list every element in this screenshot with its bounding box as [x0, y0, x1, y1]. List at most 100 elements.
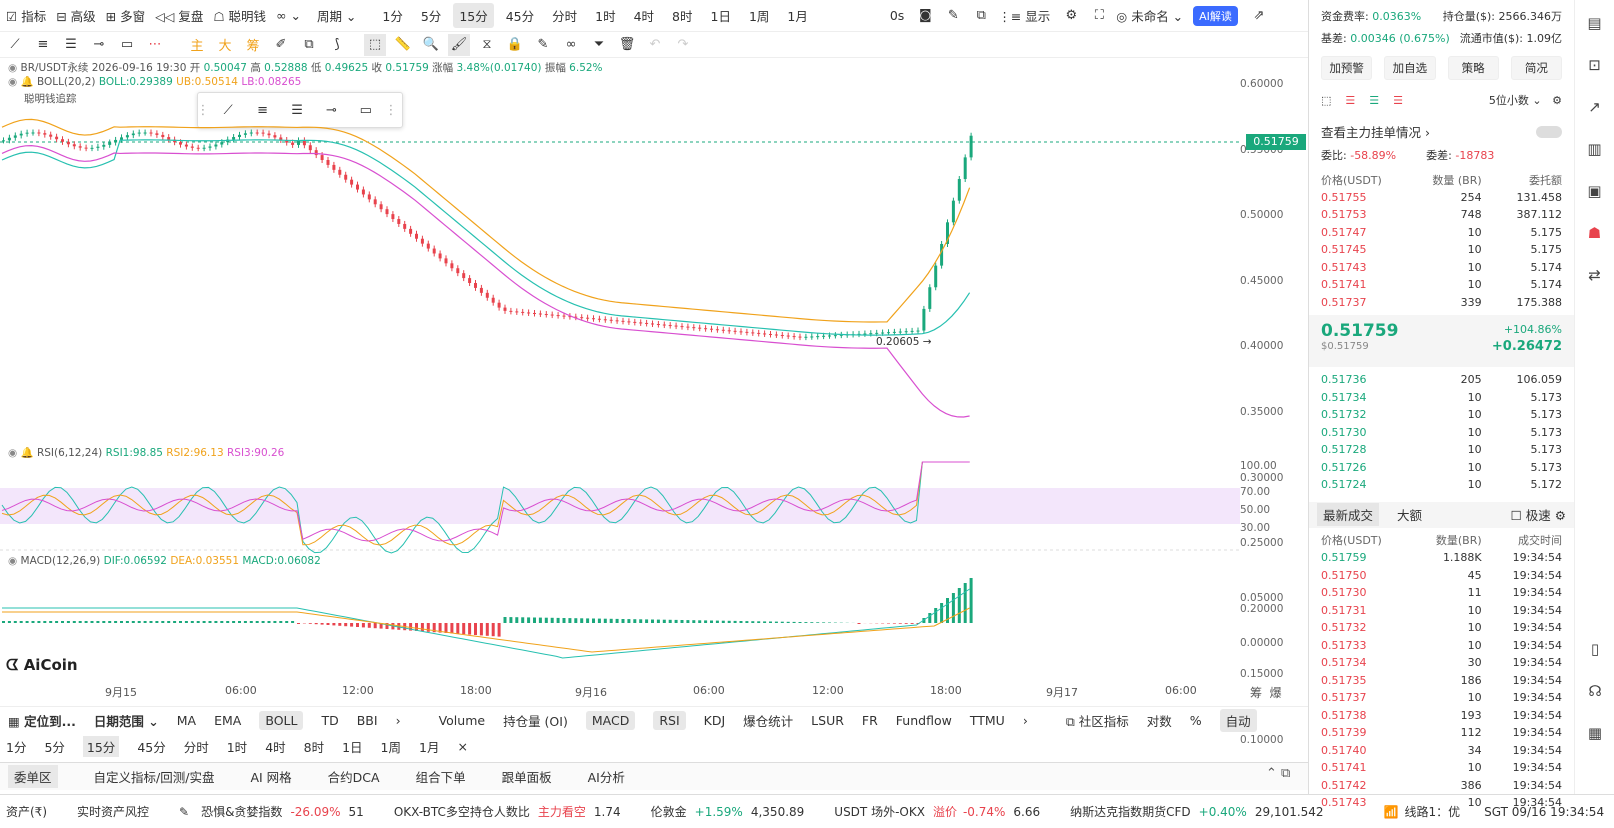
order-row[interactable]: 0.51750 45 19:34:54: [1309, 567, 1574, 585]
sub-indicator[interactable]: Fundflow: [896, 713, 952, 728]
period-bar-tab[interactable]: 1时: [227, 737, 247, 756]
bottom-tab[interactable]: 委单区: [8, 765, 58, 788]
period-tab[interactable]: 4时: [628, 3, 660, 28]
ai-read-button[interactable]: AI解读: [1193, 5, 1238, 26]
calendar-icon[interactable]: ▦: [1588, 724, 1602, 742]
period-tab[interactable]: 45分: [500, 3, 540, 28]
chip-tool-icon[interactable]: 筹: [242, 34, 264, 56]
ob-header-qty[interactable]: 数量 (BR): [1401, 172, 1481, 188]
close-icon[interactable]: ×: [457, 739, 467, 754]
main-indicator-bbi[interactable]: BBI: [357, 713, 378, 728]
rect-tool-icon[interactable]: ▭: [116, 34, 138, 56]
period-bar-tab[interactable]: 4时: [265, 737, 285, 756]
sub-indicator[interactable]: 爆仓统计: [743, 711, 793, 730]
sub-indicator[interactable]: TTMU: [970, 713, 1005, 728]
ask-side-icon[interactable]: ☰: [1393, 94, 1403, 107]
order-row[interactable]: 0.51743 10 19:34:54: [1309, 794, 1574, 812]
wallet-icon[interactable]: ⊡: [1588, 56, 1601, 74]
robot-icon[interactable]: ☗: [1588, 224, 1601, 242]
tab-large-trades[interactable]: 大额: [1397, 505, 1422, 524]
order-row[interactable]: 0.51759 1.188K 19:34:54: [1309, 549, 1574, 567]
period-bar-tab[interactable]: 1月: [419, 737, 439, 756]
eye-icon[interactable]: ◉: [8, 555, 17, 567]
panel-button[interactable]: 加自选: [1384, 56, 1436, 80]
period-bar-tab[interactable]: 1日: [342, 737, 362, 756]
brush-icon[interactable]: 🖌: [448, 33, 470, 56]
main-indicator-ema[interactable]: EMA: [214, 713, 241, 728]
bid-side-icon[interactable]: ☰: [1369, 94, 1379, 107]
exchange-icon[interactable]: ⇄: [1588, 266, 1601, 284]
document-icon[interactable]: ▤: [1587, 14, 1601, 32]
order-row[interactable]: 0.51739 112 19:34:54: [1309, 724, 1574, 742]
ray-tool-icon[interactable]: ⊸: [88, 34, 110, 56]
multi-window-button[interactable]: ⊞ 多窗: [106, 6, 145, 25]
sub-indicator[interactable]: MACD: [585, 711, 636, 730]
period-tab[interactable]: 1分: [376, 3, 408, 28]
period-dropdown[interactable]: 周期 ⌄: [317, 6, 356, 25]
camera-icon[interactable]: ◙: [914, 5, 936, 27]
chart-line-icon[interactable]: ↗: [1588, 98, 1601, 116]
main-orders-toggle[interactable]: [1536, 125, 1562, 138]
bottom-tab[interactable]: AI 网格: [250, 767, 291, 786]
export-icon[interactable]: ⇗: [1248, 5, 1270, 27]
period-bar-tab[interactable]: 1周: [381, 737, 401, 756]
order-row[interactable]: 0.51742 386 19:34:54: [1309, 777, 1574, 795]
share-icon[interactable]: ⧉: [970, 5, 992, 27]
auto-toggle[interactable]: 自动: [1219, 709, 1257, 732]
main-tool-icon[interactable]: 主: [186, 34, 208, 56]
period-bar-tab[interactable]: 5分: [44, 737, 64, 756]
period-bar-tab[interactable]: 分时: [184, 737, 209, 756]
asset-label[interactable]: 资产(₹): [6, 803, 47, 820]
sub-indicator[interactable]: Volume: [439, 713, 486, 728]
order-row[interactable]: 0.51747 10 5.175: [1309, 224, 1574, 242]
order-row[interactable]: 0.51741 10 5.174: [1309, 276, 1574, 294]
fast-toggle[interactable]: ☐ 极速 ⚙: [1511, 505, 1566, 524]
order-row[interactable]: 0.51737 339 175.388: [1309, 294, 1574, 312]
trash-icon[interactable]: 🗑: [616, 34, 638, 56]
view-toggle-icon[interactable]: ⬚: [1321, 94, 1331, 107]
order-row[interactable]: 0.51734 30 19:34:54: [1309, 654, 1574, 672]
etf-icon[interactable]: ▣: [1587, 182, 1601, 200]
bottom-tab[interactable]: 合约DCA: [328, 767, 380, 786]
collapse-icon[interactable]: ⌃ ⧉: [1266, 766, 1290, 781]
order-row[interactable]: 0.51734 10 5.173: [1309, 389, 1574, 407]
order-row[interactable]: 0.51740 34 19:34:54: [1309, 742, 1574, 760]
bottom-tab[interactable]: 组合下单: [416, 767, 466, 786]
cursor-icon[interactable]: ⬚: [364, 33, 386, 56]
order-row[interactable]: 0.51743 10 5.174: [1309, 259, 1574, 277]
order-row[interactable]: 0.51755 254 131.458: [1309, 189, 1574, 207]
chart-canvas[interactable]: [0, 60, 1240, 704]
period-tab[interactable]: 15分: [453, 3, 494, 28]
order-row[interactable]: 0.51730 10 5.173: [1309, 424, 1574, 442]
more-tool-icon[interactable]: ⋯: [144, 34, 166, 56]
chevron-right-icon[interactable]: ›: [396, 713, 401, 728]
big-tool-icon[interactable]: 大: [214, 34, 236, 56]
ob-header-amount[interactable]: 委托额: [1482, 172, 1562, 188]
layout-icon[interactable]: ▯: [1591, 640, 1599, 658]
order-row[interactable]: 0.51737 10 19:34:54: [1309, 689, 1574, 707]
period-tab[interactable]: 5分: [415, 3, 447, 28]
period-bar-tab[interactable]: 45分: [137, 737, 165, 756]
indicators-button[interactable]: ☑ 指标: [6, 6, 46, 25]
locate-button[interactable]: ▦ 定位到...: [8, 711, 76, 730]
advanced-button[interactable]: ⊟ 高级: [56, 6, 95, 25]
edit-tool-icon[interactable]: ✐: [270, 34, 292, 56]
period-bar-tab[interactable]: 8时: [304, 737, 324, 756]
link-icon[interactable]: ∞: [560, 34, 582, 56]
order-row[interactable]: 0.51726 10 5.173: [1309, 459, 1574, 477]
chip-label[interactable]: 筹: [1250, 686, 1262, 700]
period-tab[interactable]: 1月: [781, 3, 813, 28]
sub-indicator[interactable]: RSI: [653, 711, 686, 730]
ruler-icon[interactable]: 📏: [392, 34, 414, 56]
order-row[interactable]: 0.51745 10 5.175: [1309, 241, 1574, 259]
bottom-tab[interactable]: 自定义指标/回测/实盘: [94, 767, 215, 786]
period-tab[interactable]: 1时: [589, 3, 621, 28]
risk-label[interactable]: 实时资产风控: [77, 803, 149, 820]
settings-icon[interactable]: ⚙: [1060, 5, 1082, 27]
trades-header-qty[interactable]: 数量(BR): [1401, 532, 1482, 548]
bottom-tab[interactable]: AI分析: [588, 767, 625, 786]
undo-icon[interactable]: ↶: [644, 34, 666, 56]
order-row[interactable]: 0.51753 748 387.112: [1309, 206, 1574, 224]
order-row[interactable]: 0.51728 10 5.173: [1309, 441, 1574, 459]
date-range-button[interactable]: 日期范围 ⌄: [94, 711, 159, 730]
